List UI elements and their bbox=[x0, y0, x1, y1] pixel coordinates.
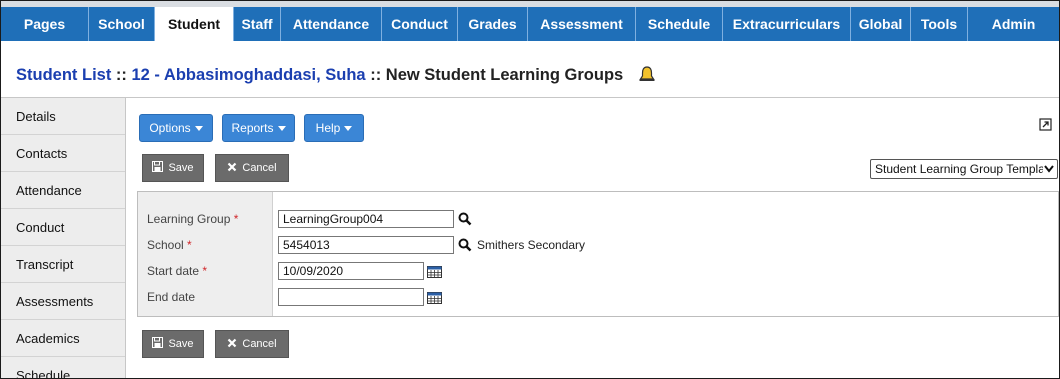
breadcrumb-separator: :: bbox=[111, 66, 132, 84]
search-icon[interactable] bbox=[458, 212, 472, 226]
bell-icon[interactable] bbox=[638, 65, 656, 88]
tab-grades[interactable]: Grades bbox=[458, 7, 528, 41]
cancel-icon bbox=[227, 338, 237, 351]
tab-attendance[interactable]: Attendance bbox=[281, 7, 382, 41]
sidebar-item-assessments[interactable]: Assessments bbox=[1, 283, 125, 320]
learning-group-form: Learning Group * LearningGroup004 School… bbox=[137, 191, 1059, 317]
required-marker: * bbox=[233, 212, 239, 226]
sidebar: Details Contacts Attendance Conduct Tran… bbox=[1, 98, 126, 379]
cancel-button-bottom[interactable]: Cancel bbox=[215, 330, 289, 358]
tab-admin[interactable]: Admin bbox=[968, 7, 1059, 41]
options-menu-button[interactable]: Options bbox=[139, 114, 213, 142]
template-select-value: Student Learning Group Template bbox=[875, 162, 1043, 176]
sidebar-item-transcript[interactable]: Transcript bbox=[1, 246, 125, 283]
end-date-label: End date bbox=[147, 290, 196, 304]
calendar-icon[interactable] bbox=[427, 265, 442, 278]
learning-group-label: Learning Group * bbox=[147, 212, 239, 226]
page-header: Student List :: 12 - Abbasimoghaddasi, S… bbox=[1, 41, 1059, 98]
tab-global[interactable]: Global bbox=[851, 7, 911, 41]
tab-staff[interactable]: Staff bbox=[234, 7, 281, 41]
breadcrumb-student[interactable]: 12 - Abbasimoghaddasi, Suha bbox=[132, 66, 366, 84]
help-menu-button[interactable]: Help bbox=[304, 114, 364, 142]
caret-down-icon bbox=[277, 125, 286, 131]
tab-pages[interactable]: Pages bbox=[1, 7, 89, 41]
template-select[interactable]: Student Learning Group Template bbox=[870, 159, 1058, 179]
tab-school[interactable]: School bbox=[89, 7, 155, 41]
sidebar-item-details[interactable]: Details bbox=[1, 98, 125, 135]
cancel-label: Cancel bbox=[242, 162, 277, 174]
tab-schedule[interactable]: Schedule bbox=[636, 7, 723, 41]
main-content: Options Reports Help Save Cancel Student… bbox=[126, 98, 1059, 378]
reports-label: Reports bbox=[231, 121, 274, 135]
cancel-button[interactable]: Cancel bbox=[215, 154, 289, 182]
help-label: Help bbox=[315, 121, 341, 135]
cancel-label: Cancel bbox=[242, 338, 277, 350]
sidebar-item-academics[interactable]: Academics bbox=[1, 320, 125, 357]
options-label: Options bbox=[149, 121, 191, 135]
search-icon[interactable] bbox=[458, 238, 472, 252]
page-title: Student List :: 12 - Abbasimoghaddasi, S… bbox=[16, 65, 656, 88]
calendar-icon[interactable] bbox=[427, 291, 442, 304]
sidebar-item-attendance[interactable]: Attendance bbox=[1, 172, 125, 209]
caret-down-icon bbox=[344, 125, 353, 131]
tab-student[interactable]: Student bbox=[155, 7, 234, 41]
main-nav: Pages School Student Staff Attendance Co… bbox=[1, 7, 1059, 41]
start-date-label: Start date * bbox=[147, 264, 208, 278]
school-input[interactable]: 5454013 bbox=[278, 236, 454, 254]
sidebar-item-schedule[interactable]: Schedule bbox=[1, 357, 125, 379]
cancel-icon bbox=[227, 162, 237, 175]
save-label: Save bbox=[168, 338, 194, 350]
school-label: School * bbox=[147, 238, 192, 252]
breadcrumb-separator: :: bbox=[365, 66, 386, 84]
start-date-input[interactable]: 10/09/2020 bbox=[278, 262, 424, 280]
school-name: Smithers Secondary bbox=[477, 238, 586, 252]
end-date-input[interactable] bbox=[278, 288, 424, 306]
save-button[interactable]: Save bbox=[142, 154, 204, 182]
sidebar-item-conduct[interactable]: Conduct bbox=[1, 209, 125, 246]
reports-menu-button[interactable]: Reports bbox=[222, 114, 295, 142]
required-marker: * bbox=[187, 238, 192, 252]
tab-conduct[interactable]: Conduct bbox=[382, 7, 458, 41]
learning-group-input[interactable]: LearningGroup004 bbox=[278, 210, 454, 228]
tab-extracurriculars[interactable]: Extracurriculars bbox=[723, 7, 851, 41]
tab-assessment[interactable]: Assessment bbox=[528, 7, 636, 41]
popout-icon[interactable] bbox=[1039, 118, 1052, 131]
save-icon bbox=[152, 337, 164, 351]
save-label: Save bbox=[168, 162, 194, 174]
app-window: Pages School Student Staff Attendance Co… bbox=[0, 0, 1060, 379]
breadcrumb-student-list[interactable]: Student List bbox=[16, 66, 111, 84]
save-icon bbox=[152, 161, 164, 175]
sidebar-item-contacts[interactable]: Contacts bbox=[1, 135, 125, 172]
tab-tools[interactable]: Tools bbox=[911, 7, 968, 41]
breadcrumb-current: New Student Learning Groups bbox=[385, 66, 624, 84]
required-marker: * bbox=[202, 264, 208, 278]
caret-down-icon bbox=[194, 125, 203, 131]
save-button-bottom[interactable]: Save bbox=[142, 330, 204, 358]
